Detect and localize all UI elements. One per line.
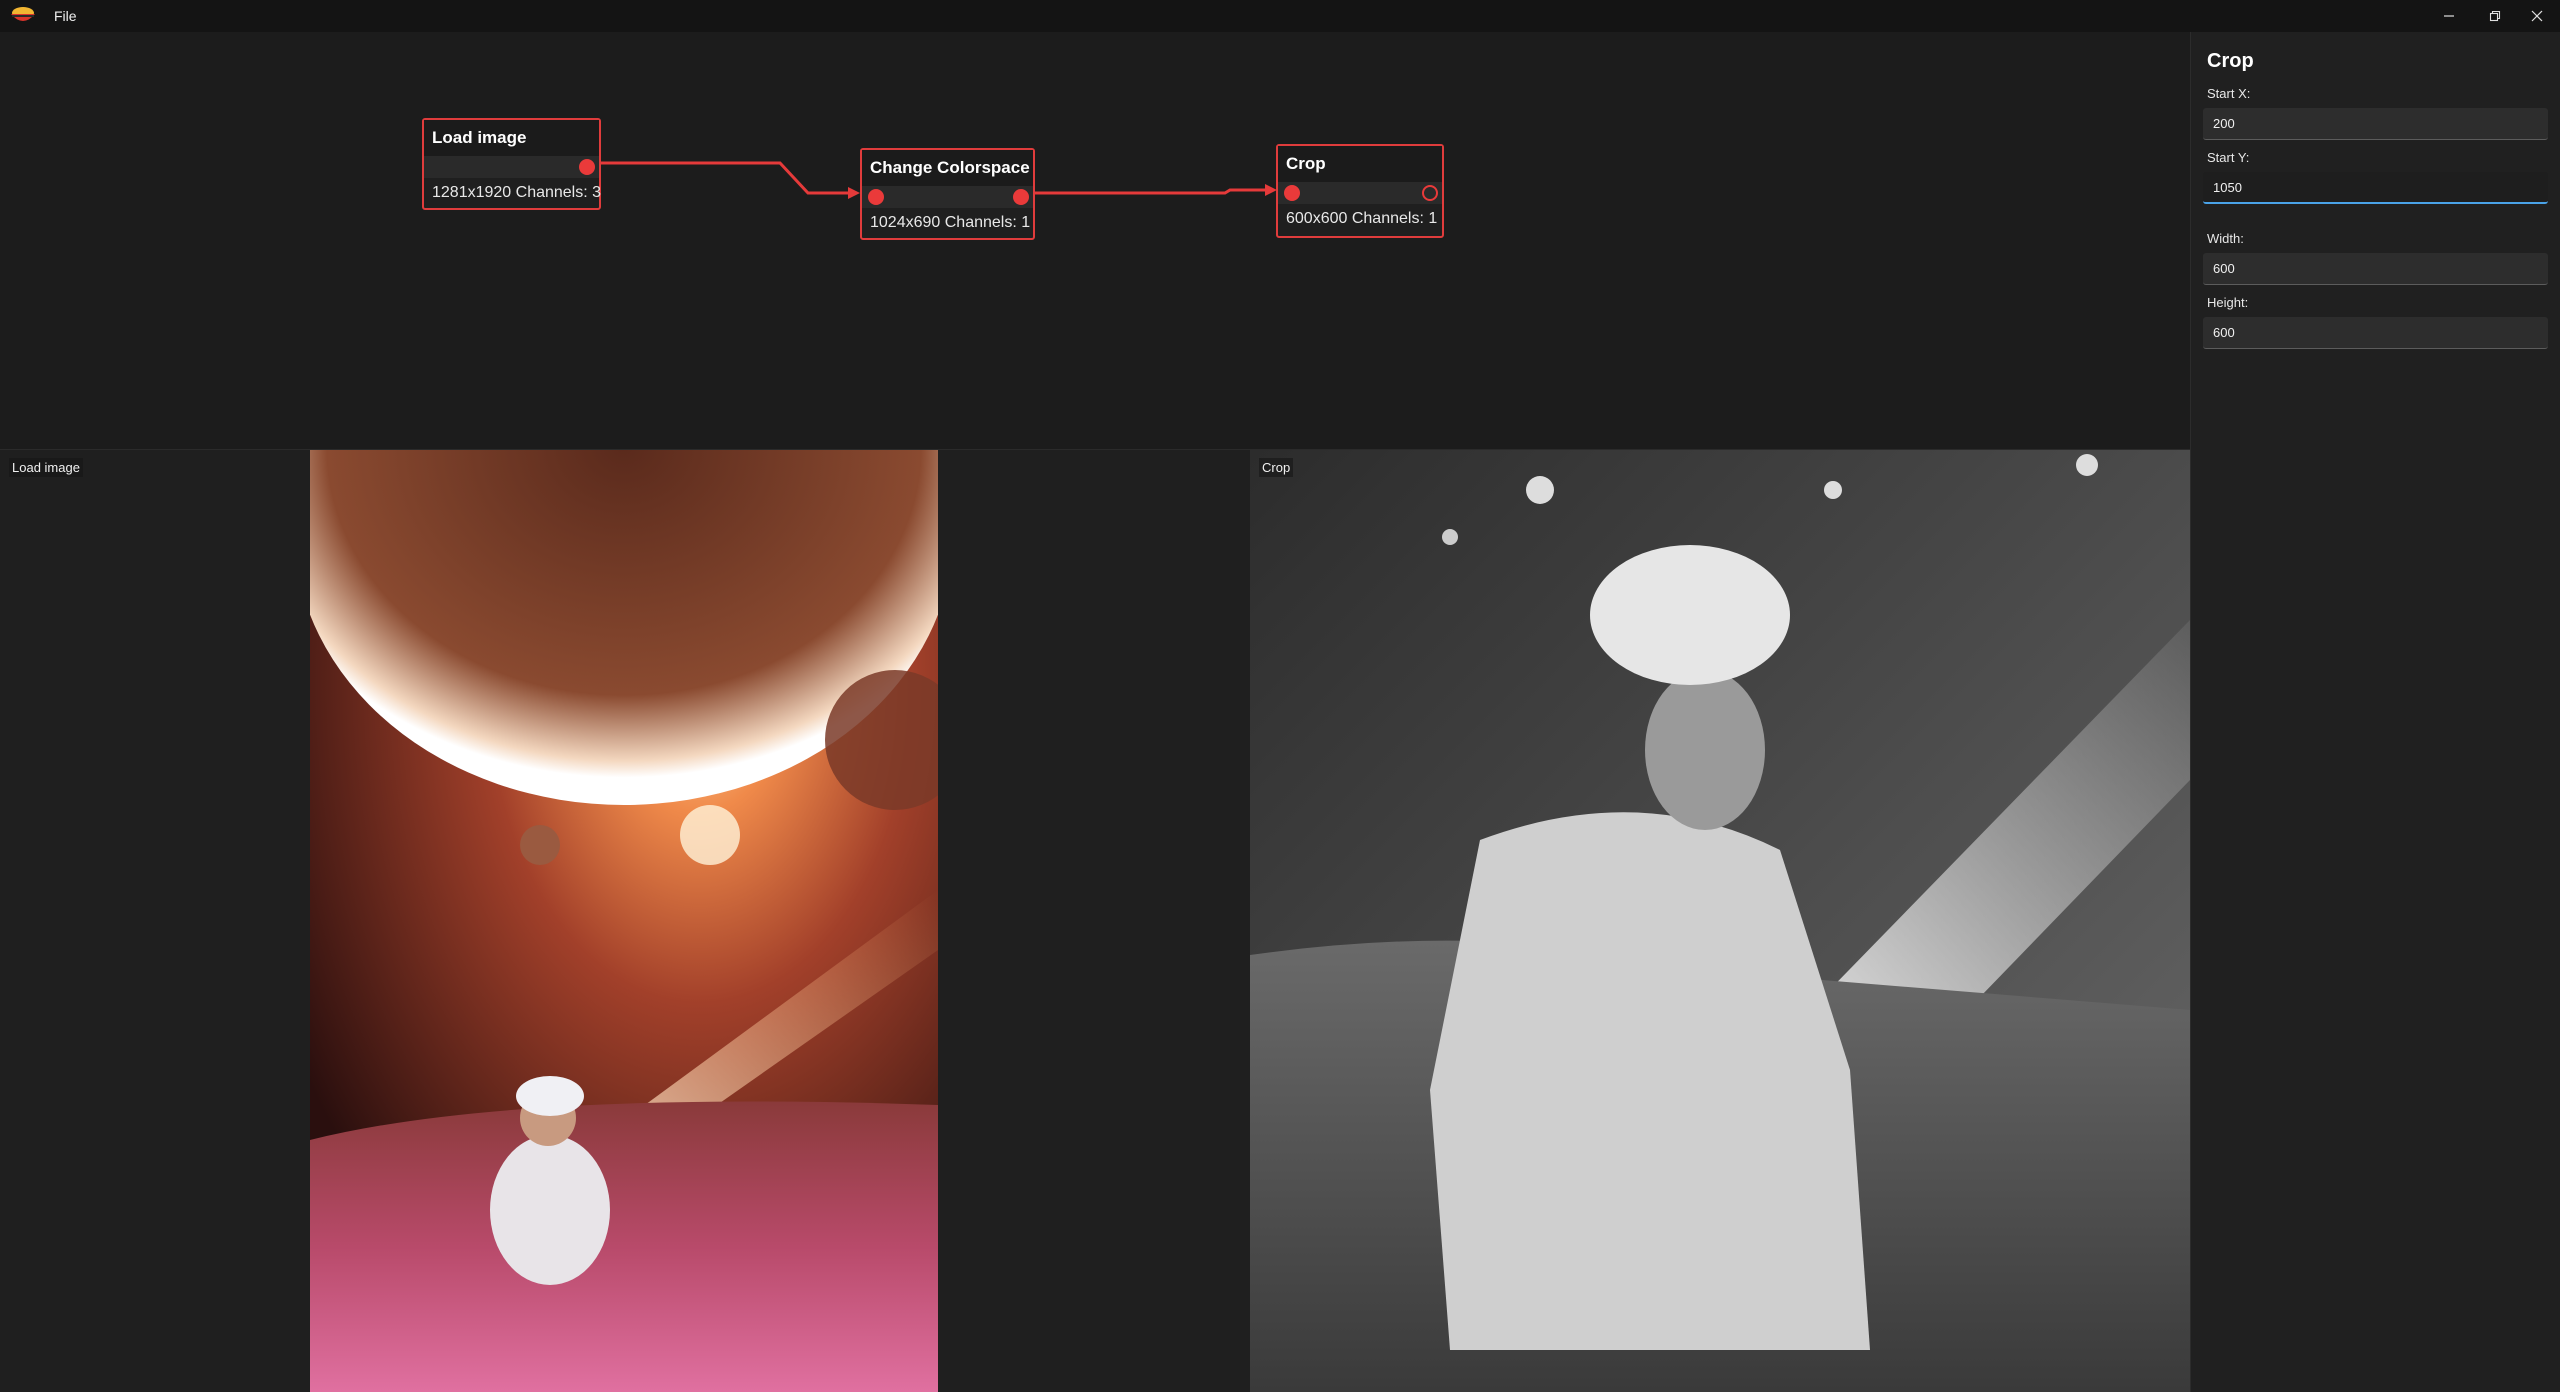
viewer-label: Load image [9, 458, 83, 477]
connection-colorspace-to-crop [1030, 188, 1265, 195]
source-image [310, 450, 938, 1392]
input-pin[interactable] [868, 189, 884, 205]
output-pin[interactable] [1013, 189, 1029, 205]
output-pin[interactable] [1422, 185, 1438, 201]
connection-load-to-colorspace [585, 161, 848, 195]
properties-panel: Crop Start X: Start Y: Width: Height: [2190, 32, 2560, 1392]
cropped-image [1250, 450, 2190, 1392]
node-title: Crop [1278, 146, 1442, 182]
viewer-label: Crop [1259, 458, 1294, 477]
title-bar: File [0, 0, 2560, 32]
node-title: Load image [424, 120, 599, 156]
node-info: 1024x690 Channels: 1 [870, 214, 1031, 231]
node-title: Change Colorspace [862, 150, 1033, 186]
width-label: Width: [2207, 231, 2244, 246]
node-connections [585, 161, 1277, 199]
node-crop[interactable]: Crop 600x600 Channels: 1 [1276, 144, 1444, 238]
viewer-load-image[interactable]: Load image [0, 450, 1250, 1392]
start-y-input[interactable] [2203, 172, 2548, 204]
file-menu[interactable]: File [52, 0, 79, 32]
close-icon [2531, 10, 2543, 22]
start-x-label: Start X: [2207, 86, 2251, 101]
width-input[interactable] [2203, 253, 2548, 285]
start-y-label: Start Y: [2207, 150, 2250, 165]
minimize-button[interactable] [2426, 0, 2472, 32]
properties-title: Crop [2207, 50, 2254, 72]
node-pins [862, 186, 1033, 208]
node-info: 600x600 Channels: 1 [1286, 210, 1438, 227]
node-pins [424, 156, 599, 178]
app-logo-icon [11, 7, 35, 21]
start-x-input[interactable] [2203, 108, 2548, 140]
node-change-colorspace[interactable]: Change Colorspace 1024x690 Channels: 1 [860, 148, 1035, 240]
minimize-icon [2444, 15, 2454, 17]
connection-arrow-head [848, 187, 860, 199]
node-pins [1278, 182, 1442, 204]
restore-icon [2489, 10, 2501, 22]
height-input[interactable] [2203, 317, 2548, 349]
node-load-image[interactable]: Load image 1281x1920 Channels: 3 [422, 118, 601, 210]
viewer-crop[interactable]: Crop [1250, 450, 2190, 1392]
node-editor-canvas[interactable]: Load image 1281x1920 Channels: 3 Change … [0, 32, 2190, 450]
height-label: Height: [2207, 295, 2249, 310]
input-pin[interactable] [1284, 185, 1300, 201]
restore-button[interactable] [2472, 0, 2518, 32]
close-button[interactable] [2514, 0, 2560, 32]
output-pin[interactable] [579, 159, 595, 175]
node-info: 1281x1920 Channels: 3 [432, 184, 602, 201]
